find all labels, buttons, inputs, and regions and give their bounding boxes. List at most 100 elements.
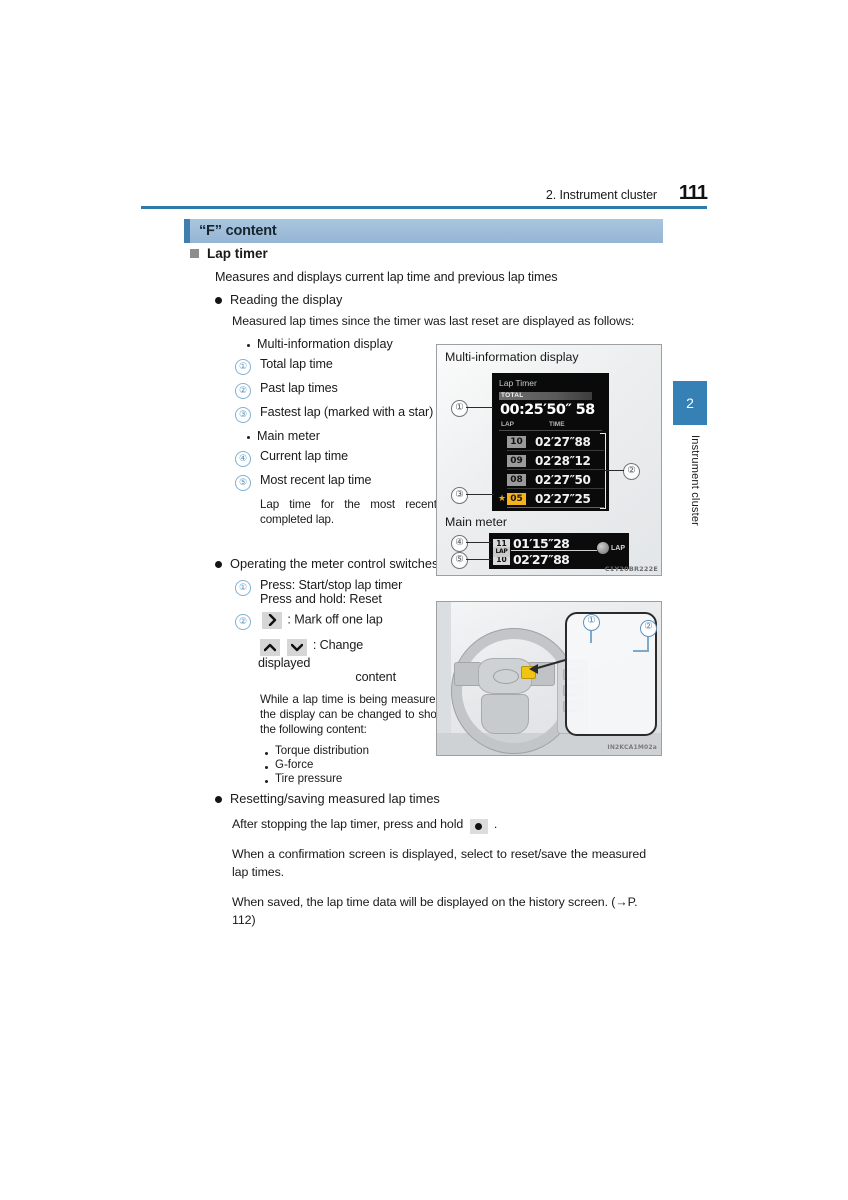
- figure-leader-line: [466, 559, 491, 561]
- section-band: “F” content: [184, 219, 663, 243]
- group-label-mid-text: Multi-information display: [257, 337, 393, 351]
- round-bullet-icon: [215, 796, 222, 804]
- mid-lap-time: 02′27″25: [535, 491, 591, 506]
- note-item-label: Torque distribution: [275, 745, 369, 758]
- bullet-resetting-saving-text: Resetting/saving measured lap times: [230, 791, 440, 807]
- list-item: G-force: [265, 759, 670, 771]
- header-rule: [141, 206, 707, 209]
- tiny-bullet-icon: [247, 344, 250, 347]
- round-bullet-icon: [215, 297, 222, 304]
- round-button-icon[interactable]: [469, 819, 488, 835]
- mid-lap-row: 09 02′28″12: [497, 451, 604, 470]
- chevron-right-icon[interactable]: [262, 611, 282, 629]
- most-recent-lap-note: Lap time for the most recently completed…: [260, 498, 445, 527]
- breadcrumb-chapter: 2. Instrument cluster: [545, 188, 657, 202]
- fastest-lap-star-icon: ★: [497, 493, 507, 503]
- list-item-label: Current lap time: [260, 449, 348, 463]
- chevron-up-icon[interactable]: [260, 638, 280, 656]
- mid-total-time: 00:25′50″ 58: [500, 402, 595, 418]
- mark-off-one-lap-label: : Mark off one lap: [287, 612, 383, 627]
- page-header: 2. Instrument cluster 111: [141, 182, 708, 209]
- lap-timer-lead-text: Measures and displays current lap time a…: [215, 270, 558, 284]
- figure-leader-line: [466, 407, 493, 409]
- callout-number-2: ②: [235, 613, 251, 630]
- note-item-label: Tire pressure: [275, 773, 343, 786]
- list-item-label: Fastest lap (marked with a star): [260, 405, 434, 419]
- press-start-stop-label: Press: Start/stop lap timer: [260, 577, 403, 592]
- list-item: Tire pressure: [265, 773, 670, 785]
- figure-callout-4: ④: [451, 535, 468, 552]
- mid-lap-number: 05: [507, 492, 526, 505]
- round-bullet-icon: [215, 560, 222, 568]
- subsection-heading-text: Lap timer: [207, 246, 268, 261]
- callout-number-5: ⑤: [235, 475, 251, 491]
- mid-lap-number: 08: [507, 473, 526, 486]
- side-tab-label: Instrument cluster: [689, 435, 701, 527]
- resetting-line-2: When a confirmation screen is displayed,…: [232, 847, 646, 880]
- main-meter-current-lap-time: 01′15″28: [513, 536, 570, 551]
- main-meter-divider: [511, 550, 597, 551]
- mid-screen: Lap Timer TOTAL 00:25′50″ 58 LAP TIME 10…: [492, 373, 609, 511]
- subsection-heading-lap-timer: Lap timer: [190, 246, 670, 261]
- mid-lap-time: 02′27″88: [535, 434, 591, 449]
- list-item-label: Total lap time: [260, 357, 333, 371]
- press-hold-reset-label: Press and hold: Reset: [260, 591, 382, 606]
- callout-number-2: ②: [235, 383, 251, 399]
- section-title: “F” content: [199, 223, 277, 239]
- mid-screen-title: Lap Timer: [499, 378, 537, 388]
- figure-caption-main-meter: Main meter: [445, 515, 507, 529]
- resetting-line-3: When saved, the lap time data will be di…: [232, 895, 638, 928]
- mid-col-header-lap: LAP: [501, 421, 514, 428]
- lap-indicator-label: LAP: [611, 544, 625, 552]
- callout-number-3: ③: [235, 407, 251, 423]
- resetting-line-1: After stopping the lap timer, press and …: [232, 816, 646, 835]
- bullet-operating-switches-text: Operating the meter control switches: [230, 555, 439, 571]
- callout-number-4: ④: [235, 451, 251, 467]
- bullet-reading-the-display-text: Reading the display: [230, 292, 343, 307]
- resetting-line-1-after: .: [493, 817, 498, 832]
- lap-flag-icon: [597, 542, 609, 554]
- mid-lap-time: 02′27″50: [535, 472, 591, 487]
- bullet-reading-the-display: Reading the display: [215, 292, 670, 307]
- figure-callout-2: ②: [640, 620, 657, 637]
- square-bullet-icon: [190, 249, 199, 258]
- chevron-down-icon[interactable]: [287, 638, 308, 656]
- bullet-resetting-saving: Resetting/saving measured lap times: [215, 791, 670, 806]
- mid-lap-row: 08 02′27″50: [497, 470, 604, 489]
- page-number: 111: [678, 182, 708, 204]
- figure-leader-line: [466, 542, 491, 544]
- figure-callout-1: ①: [451, 400, 468, 417]
- figure-leader-line: [466, 494, 494, 496]
- mid-lap-row: 10 02′27″88: [497, 432, 604, 451]
- lap-indicator-icon: LAP: [597, 542, 625, 554]
- list-item-label: Most recent lap time: [260, 473, 372, 487]
- callout-number-1: ①: [235, 359, 251, 375]
- figure-leader-line: [605, 470, 624, 472]
- figure-leader-line: [590, 629, 592, 643]
- figure-code: IN2KCA1M02a: [607, 744, 657, 751]
- mid-lap-time: 02′28″12: [535, 453, 591, 468]
- figure-callout-3: ③: [451, 487, 468, 504]
- tiny-bullet-icon: [247, 436, 250, 439]
- chapter-side-tab[interactable]: 2 Instrument cluster: [673, 381, 707, 555]
- figure-code: C1Y20BR222E: [604, 565, 658, 573]
- callout-number-1: ①: [235, 579, 251, 596]
- mid-lap-row-fastest: ★ 05 02′27″25: [497, 489, 604, 508]
- main-meter-screen: 11 01′15″28 10 02′27″88 LAP LAP: [489, 533, 629, 569]
- group-label-main-meter-text: Main meter: [257, 429, 320, 443]
- row-divider: [507, 507, 604, 508]
- figure-callout-2: ②: [623, 463, 640, 480]
- operating-note: While a lap time is being measured, the …: [260, 692, 445, 737]
- tiny-bullet-icon: [265, 752, 268, 756]
- reading-intro-text: Measured lap times since the timer was l…: [232, 314, 635, 328]
- main-meter-recent-lap-time: 02′27″88: [513, 552, 570, 567]
- resetting-line-1-before: After stopping the lap timer, press and …: [232, 817, 464, 832]
- main-meter-lap-word-badge: LAP: [493, 547, 510, 557]
- mid-total-label: TOTAL: [499, 392, 592, 400]
- tiny-bullet-icon: [265, 766, 268, 770]
- steering-column-shroud: [481, 694, 529, 734]
- figure-multi-information-display: Multi-information display Lap Timer TOTA…: [436, 344, 662, 576]
- tiny-bullet-icon: [265, 780, 268, 784]
- figure-callout-5: ⑤: [451, 552, 468, 569]
- mid-col-header-time: TIME: [549, 421, 565, 428]
